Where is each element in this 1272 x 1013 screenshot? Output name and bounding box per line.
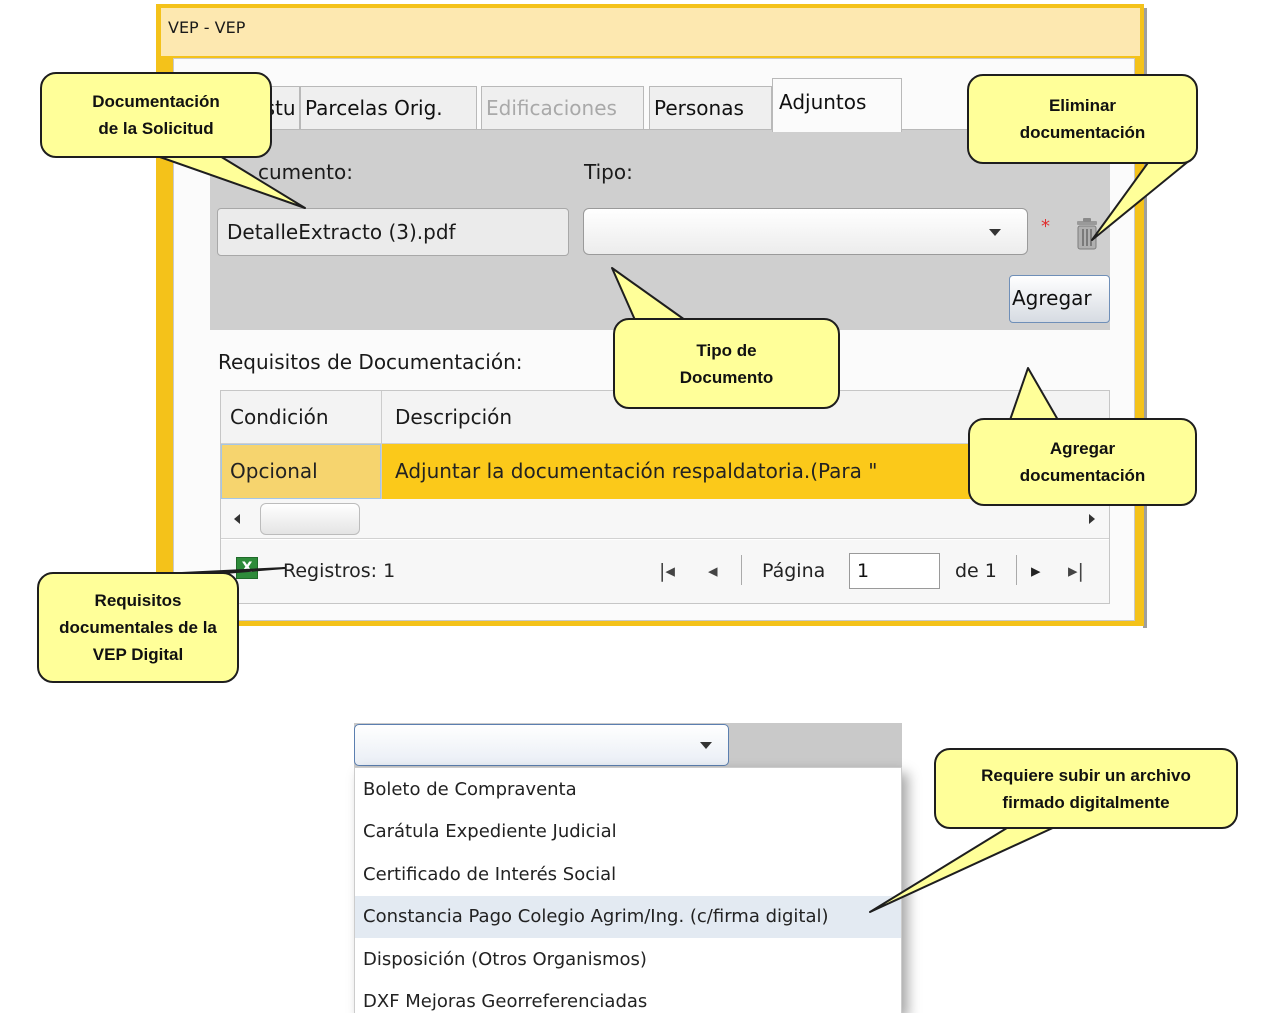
- callout-documentacion: Documentación de la Solicitud: [40, 72, 272, 158]
- pointer-firma: [869, 819, 1071, 913]
- pointer-agregar: [1009, 367, 1059, 421]
- pointer-tipo: [611, 267, 686, 321]
- callout-agregar: Agregar documentación: [968, 418, 1197, 506]
- pointer-eliminar: [1091, 159, 1191, 241]
- pointer-documentacion: [139, 149, 306, 209]
- callout-requisitos: Requisitos documentales de la VEP Digita…: [37, 572, 239, 683]
- callout-firma: Requiere subir un archivo firmado digita…: [934, 748, 1238, 829]
- callout-eliminar: Eliminar documentación: [967, 74, 1198, 164]
- callout-tipo: Tipo de Documento: [613, 318, 840, 409]
